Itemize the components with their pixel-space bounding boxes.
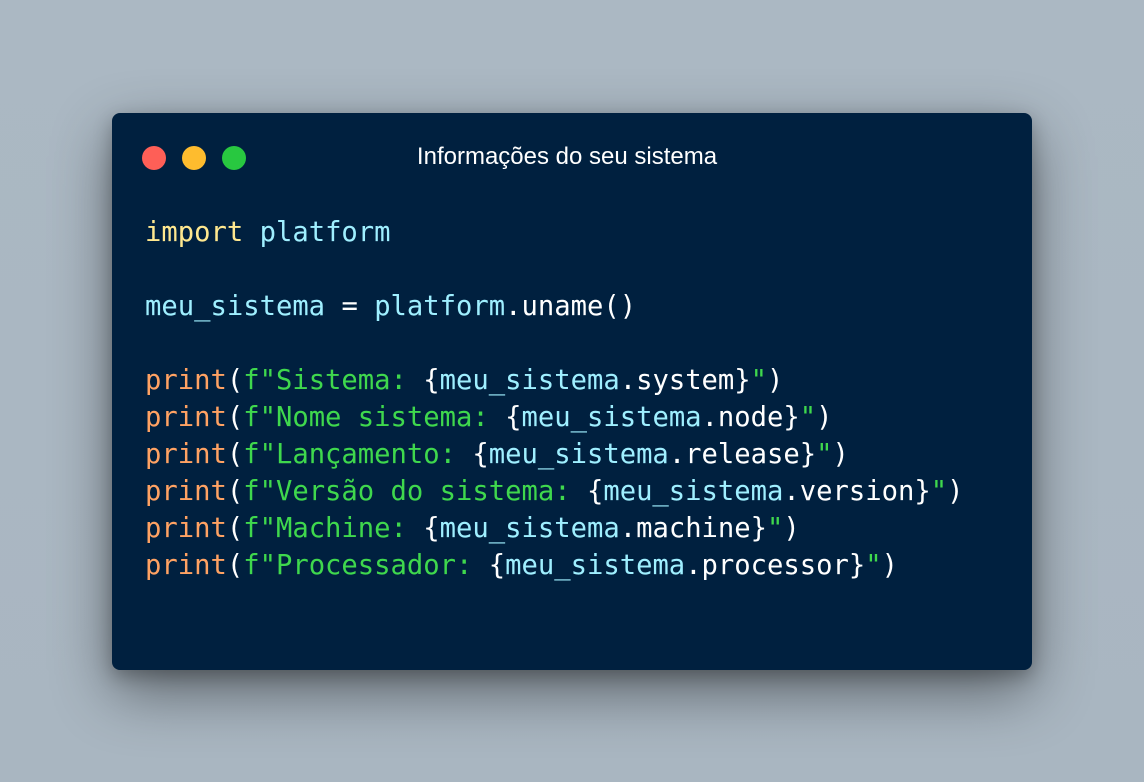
code-line-print: print(f"Nome sistema: {meu_sistema.node}… [145,399,963,436]
fstring-prefix: f"Nome sistema: [243,402,506,433]
code-line-print: print(f"Versão do sistema: {meu_sistema.… [145,473,963,510]
fstring-attribute: .processor [685,550,849,581]
close-paren: ) [881,550,898,581]
code-line-assign: meu_sistema = platform.uname() [145,288,963,325]
close-paren: ) [767,365,784,396]
variable-name: meu_sistema [145,291,326,322]
open-paren: ( [226,365,244,396]
fstring-variable: meu_sistema [439,513,620,544]
open-paren: ( [226,513,244,544]
code-line-print: print(f"Processador: {meu_sistema.proces… [145,547,963,584]
print-function: print [145,439,227,470]
print-function: print [145,513,227,544]
code-line-print: print(f"Machine: {meu_sistema.machine}") [145,510,963,547]
fstring-prefix: f"Lançamento: [243,439,473,470]
brace-close: } [734,365,751,396]
assign-operator: = [341,291,358,322]
fstring-attribute: .machine [619,513,751,544]
method-name: .uname [505,291,604,322]
brace-open: { [488,550,506,581]
fstring-prefix: f"Sistema: [243,365,424,396]
close-quote: " [750,365,768,396]
brace-close: } [848,550,866,581]
close-quote: " [930,476,948,507]
brace-close: } [783,402,800,433]
brace-open: { [505,402,522,433]
print-function: print [145,476,227,507]
brace-open: { [423,365,440,396]
brace-open: { [472,439,489,470]
fstring-variable: meu_sistema [439,365,620,396]
code-line-print: print(f"Sistema: {meu_sistema.system}") [145,362,963,399]
code-line-import: import platform [145,214,963,251]
title-bar: Informações do seu sistema [112,113,1032,199]
close-quote: " [767,513,784,544]
close-paren: ) [832,439,849,470]
close-paren: ) [816,402,833,433]
open-paren: ( [226,439,244,470]
code-window: Informações do seu sistema import platfo… [112,113,1032,670]
close-paren: ) [783,513,800,544]
call-parens: () [603,291,637,322]
fstring-prefix: f"Processador: [243,550,489,581]
brace-close: } [914,476,931,507]
brace-close: } [799,439,817,470]
close-quote: " [816,439,833,470]
fstring-attribute: .version [783,476,915,507]
fstring-variable: meu_sistema [603,476,784,507]
code-block: import platform meu_sistema = platform.u… [145,214,963,584]
fstring-attribute: .release [668,439,800,470]
close-paren: ) [947,476,964,507]
close-quote: " [799,402,817,433]
code-line-print: print(f"Lançamento: {meu_sistema.release… [145,436,963,473]
module-name: platform [259,217,391,248]
fstring-prefix: f"Machine: [243,513,424,544]
fstring-prefix: f"Versão do sistema: [243,476,587,507]
open-paren: ( [226,550,244,581]
print-function: print [145,365,227,396]
fstring-variable: meu_sistema [521,402,702,433]
window-title: Informações do seu sistema [416,143,718,170]
open-paren: ( [226,402,244,433]
brace-close: } [750,513,768,544]
brace-open: { [423,513,440,544]
fstring-variable: meu_sistema [505,550,686,581]
object-name: platform [374,291,506,322]
brace-open: { [586,476,604,507]
open-paren: ( [226,476,244,507]
close-quote: " [865,550,882,581]
fstring-attribute: .node [701,402,784,433]
fstring-attribute: .system [619,365,735,396]
fstring-variable: meu_sistema [488,439,669,470]
import-keyword: import [145,217,244,248]
print-function: print [145,550,227,581]
print-function: print [145,402,227,433]
